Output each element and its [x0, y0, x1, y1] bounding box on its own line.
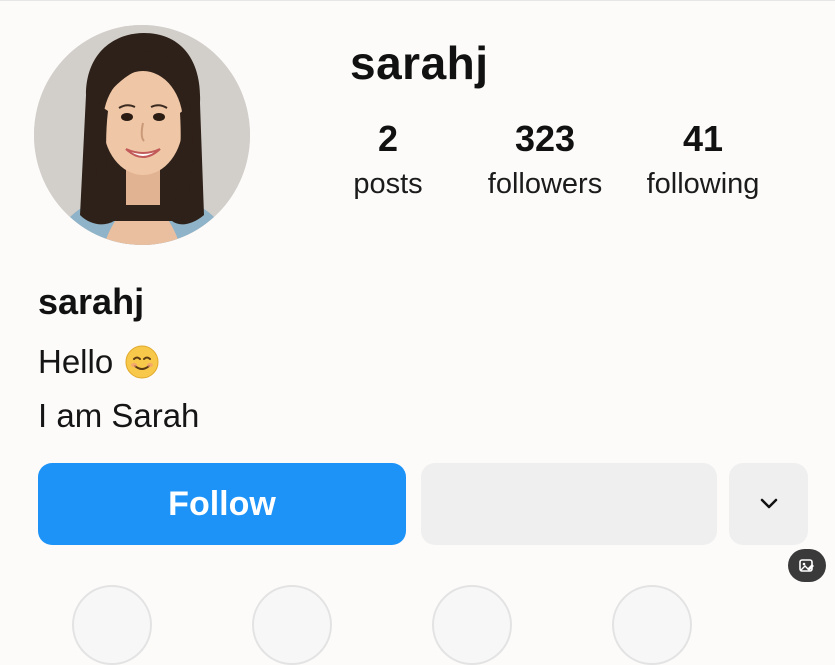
- follow-button[interactable]: Follow: [38, 463, 406, 545]
- following-label: following: [646, 168, 760, 200]
- edit-image-icon: [799, 558, 814, 572]
- display-name: sarahj: [38, 281, 145, 322]
- edit-image-button[interactable]: [788, 549, 826, 582]
- profile-username: sarahj: [350, 37, 489, 89]
- stat-followers[interactable]: 323 followers: [470, 118, 620, 204]
- posts-label: posts: [353, 168, 423, 200]
- smiling-face-emoji-icon: [125, 345, 159, 379]
- more-options-button[interactable]: [729, 463, 808, 545]
- posts-count: 2: [377, 118, 399, 159]
- top-divider: [0, 0, 835, 1]
- story-highlight[interactable]: [612, 585, 692, 665]
- chevron-down-icon: [760, 498, 777, 509]
- avatar[interactable]: [34, 25, 250, 245]
- followers-count: 323: [514, 118, 576, 159]
- bio-text-1: Hello: [38, 343, 114, 380]
- profile-photo: [34, 25, 250, 245]
- story-highlight[interactable]: [72, 585, 152, 665]
- bio-line-2: I am Sarah: [38, 397, 200, 434]
- stat-posts[interactable]: 2 posts: [313, 118, 463, 204]
- followers-label: followers: [487, 168, 603, 200]
- following-count: 41: [682, 118, 724, 159]
- stat-following[interactable]: 41 following: [628, 118, 778, 204]
- message-button[interactable]: [421, 463, 717, 545]
- story-highlight[interactable]: [252, 585, 332, 665]
- bio-line-1: Hello: [38, 342, 159, 382]
- story-highlight[interactable]: [432, 585, 512, 665]
